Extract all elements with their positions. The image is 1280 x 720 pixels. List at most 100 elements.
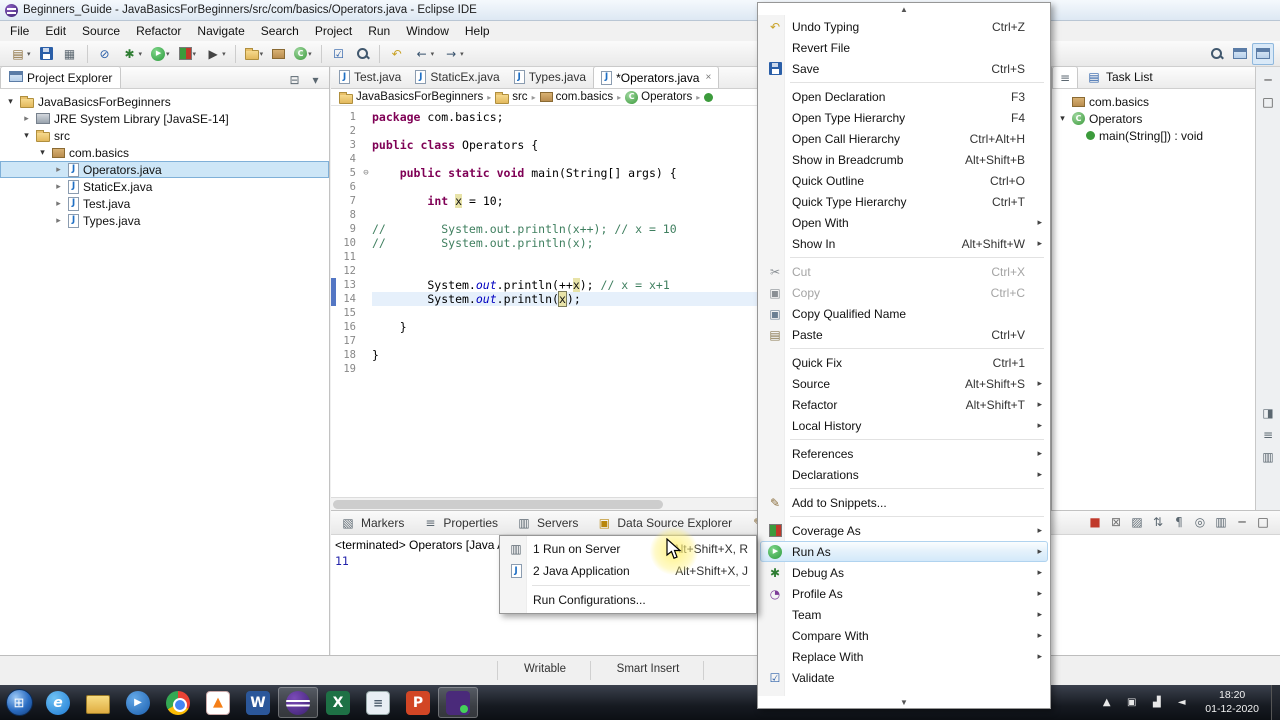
taskbar-excel[interactable]: X xyxy=(318,687,358,718)
editor-tab-operators-java[interactable]: J *Operators.java × xyxy=(593,66,720,88)
expander-icon[interactable]: ▾ xyxy=(21,130,32,141)
outline-tab[interactable]: ≡ xyxy=(1052,66,1078,88)
menu-help[interactable]: Help xyxy=(457,22,498,40)
breadcrumb-item-method[interactable] xyxy=(702,92,715,102)
tree-item-staticex-java[interactable]: ▸ J StaticEx.java xyxy=(0,178,329,195)
menu-file[interactable]: File xyxy=(2,22,37,40)
menu-navigate[interactable]: Navigate xyxy=(189,22,252,40)
tree-item-com-basics[interactable]: com.basics xyxy=(1052,93,1255,110)
view-tab-properties[interactable]: ≡ Properties xyxy=(413,511,507,534)
menu-item-open-declaration[interactable]: Open Declaration F3 xyxy=(760,86,1048,107)
menu-item-open-type-hierarchy[interactable]: Open Type Hierarchy F4 xyxy=(760,107,1048,128)
taskbar-media-player[interactable]: ▶ xyxy=(118,687,158,718)
minimize-button[interactable]: ─ xyxy=(1233,513,1251,531)
menu-scroll-up-icon[interactable] xyxy=(758,3,1050,15)
menu-item-local-history[interactable]: Local History ▸ xyxy=(760,415,1048,436)
menu-item-profile-as[interactable]: ◔ Profile As ▸ xyxy=(760,583,1048,604)
expander-icon[interactable]: ▸ xyxy=(21,113,32,124)
menu-source[interactable]: Source xyxy=(74,22,128,40)
menu-item-paste[interactable]: ▤ Paste Ctrl+V xyxy=(760,324,1048,345)
menu-item-compare-with[interactable]: Compare With ▸ xyxy=(760,625,1048,646)
taskbar-notepad[interactable]: ≡ xyxy=(358,687,398,718)
menu-item-team[interactable]: Team ▸ xyxy=(760,604,1048,625)
menu-item-references[interactable]: References ▸ xyxy=(760,443,1048,464)
menu-item-declarations[interactable]: Declarations ▸ xyxy=(760,464,1048,485)
expander-icon[interactable]: ▾ xyxy=(5,96,16,107)
stop-button[interactable]: ■ xyxy=(1086,513,1104,531)
menu-item-validate[interactable]: ☑ Validate xyxy=(760,667,1048,688)
menu-item-refactor[interactable]: Refactor Alt+Shift+T ▸ xyxy=(760,394,1048,415)
volume-icon[interactable]: ◄ xyxy=(1173,694,1190,711)
maximize-panel-button[interactable]: □ xyxy=(1260,93,1277,110)
new-class-button[interactable]: C ▾ xyxy=(290,43,316,65)
taskbar-clock[interactable]: 18:20 01-12-2020 xyxy=(1199,689,1265,716)
open-task-button[interactable]: ☑ xyxy=(327,43,351,65)
menu-item-undo-typing[interactable]: ↶ Undo Typing Ctrl+Z xyxy=(760,16,1048,37)
menu-item-source[interactable]: Source Alt+Shift+S ▸ xyxy=(760,373,1048,394)
submenu-item-run-configurations[interactable]: Run Configurations... xyxy=(502,589,754,611)
tree-item-main-string-void[interactable]: main(String[]) : void xyxy=(1052,127,1255,144)
menu-item-run-as[interactable]: ▶ Run As ▸ xyxy=(760,541,1048,562)
search-button[interactable] xyxy=(352,43,374,65)
menu-item-save[interactable]: Save Ctrl+S xyxy=(760,58,1048,79)
tree-item-jre-system-library-javase-14[interactable]: ▸ JRE System Library [JavaSE-14] xyxy=(0,110,329,127)
editor-tab-staticex-java[interactable]: J StaticEx.java xyxy=(408,66,506,88)
submenu-item-2-java-application[interactable]: J2 Java Application Alt+Shift+X, J xyxy=(502,560,754,582)
menu-run[interactable]: Run xyxy=(360,22,398,40)
skip-breakpoints-button[interactable]: ⊘ xyxy=(93,43,117,65)
expander-icon[interactable]: ▸ xyxy=(53,198,64,209)
new-java-project-button[interactable]: ▾ xyxy=(241,43,268,65)
menu-item-open-with[interactable]: Open With ▸ xyxy=(760,212,1048,233)
last-edit-location-button[interactable]: ↶ xyxy=(385,43,409,65)
close-tab-icon[interactable]: × xyxy=(705,72,711,83)
submenu-item-1-run-on-server[interactable]: ▥ 1 Run on Server Alt+Shift+X, R xyxy=(502,538,754,560)
menu-item-revert-file[interactable]: Revert File xyxy=(760,37,1048,58)
menu-item-show-in[interactable]: Show In Alt+Shift+W ▸ xyxy=(760,233,1048,254)
menu-item-add-to-snippets[interactable]: ✎ Add to Snippets... xyxy=(760,492,1048,513)
menu-edit[interactable]: Edit xyxy=(37,22,74,40)
save-button[interactable] xyxy=(36,43,57,65)
menu-item-copy[interactable]: ▣ Copy Ctrl+C xyxy=(760,282,1048,303)
tree-item-com-basics[interactable]: ▾ com.basics xyxy=(0,144,329,161)
menu-refactor[interactable]: Refactor xyxy=(128,22,189,40)
remove-launches-button[interactable]: ⊠ xyxy=(1107,513,1125,531)
expander-icon[interactable]: ▸ xyxy=(53,215,64,226)
forward-button[interactable]: → ▾ xyxy=(439,43,468,65)
tree-item-src[interactable]: ▾ src xyxy=(0,127,329,144)
start-button[interactable]: ⊞ xyxy=(0,685,38,720)
breadcrumb-item-javabasicsforbeginners[interactable]: JavaBasicsForBeginners xyxy=(337,91,485,104)
menu-project[interactable]: Project xyxy=(307,22,360,40)
taskbar-word[interactable]: W xyxy=(238,687,278,718)
menu-item-replace-with[interactable]: Replace With ▸ xyxy=(760,646,1048,667)
expander-icon[interactable]: ▸ xyxy=(53,164,64,175)
tree-item-javabasicsforbeginners[interactable]: ▾ JavaBasicsForBeginners xyxy=(0,93,329,110)
clear-console-button[interactable]: ▨ xyxy=(1128,513,1146,531)
scrollbar-thumb[interactable] xyxy=(333,500,663,509)
external-tools-button[interactable]: ▶ ▾ xyxy=(201,43,230,65)
run-button[interactable]: ▶ ▾ xyxy=(147,43,174,65)
menu-item-copy-qualified-name[interactable]: ▣ Copy Qualified Name xyxy=(760,303,1048,324)
new-button[interactable]: ▤ ▾ xyxy=(6,43,35,65)
taskbar-chrome[interactable] xyxy=(158,687,198,718)
tree-item-operators-java[interactable]: ▸ J Operators.java xyxy=(0,161,329,178)
outline-view-button[interactable]: ≡ xyxy=(1260,426,1277,443)
breadcrumb-item-src[interactable]: src xyxy=(493,91,529,104)
console-view-button[interactable]: ▥ xyxy=(1260,448,1277,465)
view-tab-servers[interactable]: ▥ Servers xyxy=(507,511,587,534)
tree-item-types-java[interactable]: ▸ J Types.java xyxy=(0,212,329,229)
open-console-button[interactable]: ▥ xyxy=(1212,513,1230,531)
restore-views-button[interactable]: ◨ xyxy=(1260,404,1277,421)
expander-icon[interactable]: ▾ xyxy=(1057,113,1068,124)
taskbar-screen-recorder[interactable] xyxy=(438,687,478,718)
editor-tab-test-java[interactable]: J Test.java xyxy=(332,66,408,88)
fold-marker[interactable]: ⊖ xyxy=(360,166,372,180)
expander-icon[interactable]: ▸ xyxy=(53,181,64,192)
menu-item-quick-type-hierarchy[interactable]: Quick Type Hierarchy Ctrl+T xyxy=(760,191,1048,212)
menu-item-quick-outline[interactable]: Quick Outline Ctrl+O xyxy=(760,170,1048,191)
menu-item-open-call-hierarchy[interactable]: Open Call Hierarchy Ctrl+Alt+H xyxy=(760,128,1048,149)
hidden-icons-icon[interactable]: ▲ xyxy=(1098,694,1115,711)
pin-console-button[interactable]: ◎ xyxy=(1191,513,1209,531)
new-package-button[interactable] xyxy=(268,43,289,65)
tree-item-test-java[interactable]: ▸ J Test.java xyxy=(0,195,329,212)
collapse-all-button[interactable]: ⊟ xyxy=(286,71,303,88)
